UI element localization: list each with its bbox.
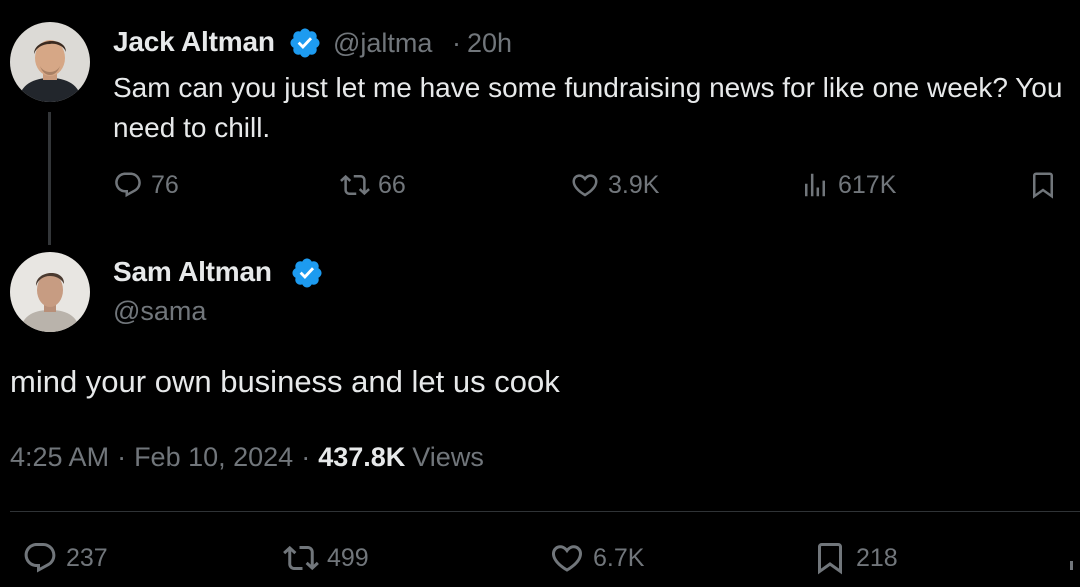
reply-icon xyxy=(24,543,56,573)
person-photo-icon xyxy=(10,22,90,102)
views-count: 437.8K xyxy=(318,442,406,472)
handle-separator: · xyxy=(452,28,461,58)
reply-count: 237 xyxy=(66,543,108,572)
author-name[interactable]: Jack Altman xyxy=(113,26,275,58)
author-name[interactable]: Sam Altman xyxy=(113,256,272,288)
tweet-time[interactable]: 20h xyxy=(467,28,512,59)
retweet-count: 499 xyxy=(327,543,369,572)
like-button[interactable]: 6.7K xyxy=(549,540,644,576)
tweet-timestamp[interactable]: 4:25 AM xyxy=(10,442,109,473)
like-count: 3.9K xyxy=(608,170,660,199)
share-icon xyxy=(1070,561,1073,570)
share-button[interactable] xyxy=(1066,540,1080,576)
verified-badge-icon[interactable] xyxy=(288,26,322,60)
bookmark-icon xyxy=(818,543,842,575)
reply-count: 76 xyxy=(151,170,179,199)
bookmark-count: 218 xyxy=(856,543,898,572)
person-photo-icon xyxy=(10,252,90,332)
like-count: 6.7K xyxy=(593,543,645,572)
author-handle[interactable]: @sama xyxy=(113,296,206,327)
retweet-icon xyxy=(283,545,319,571)
meta-separator: · xyxy=(117,442,127,472)
views-chart-icon xyxy=(805,173,825,197)
retweet-count: 66 xyxy=(378,170,406,199)
retweet-button[interactable]: 499 xyxy=(283,540,369,576)
bookmark-icon xyxy=(1033,172,1053,199)
reply-button[interactable]: 237 xyxy=(22,540,108,576)
bookmark-button[interactable] xyxy=(1028,170,1058,200)
meta-separator: · xyxy=(301,442,311,472)
tweet-text: Sam can you just let me have some fundra… xyxy=(113,72,1063,143)
tweet-meta: 4:25 AM · Feb 10, 2024 · 437.8K Views xyxy=(10,442,484,473)
views-count: 617K xyxy=(838,170,897,199)
heart-icon xyxy=(572,174,598,197)
reply-icon xyxy=(115,172,141,198)
tweet-text: mind your own business and let us cook xyxy=(10,364,560,399)
like-button[interactable]: 3.9K xyxy=(570,170,659,200)
avatar-sam-altman[interactable] xyxy=(10,252,90,332)
verified-badge-icon[interactable] xyxy=(290,256,324,290)
heart-icon xyxy=(551,545,583,572)
retweet-icon xyxy=(340,174,370,196)
reply-button[interactable]: 76 xyxy=(113,170,179,200)
views-button[interactable]: 617K xyxy=(800,170,896,200)
author-handle[interactable]: @jaltma xyxy=(333,28,432,59)
tweet-date[interactable]: Feb 10, 2024 xyxy=(134,442,293,473)
retweet-button[interactable]: 66 xyxy=(340,170,406,200)
divider xyxy=(10,511,1080,512)
avatar-jack-altman[interactable] xyxy=(10,22,90,102)
bookmark-button[interactable]: 218 xyxy=(812,540,898,576)
thread-connector-line xyxy=(48,112,51,245)
views-label: Views xyxy=(412,442,484,472)
